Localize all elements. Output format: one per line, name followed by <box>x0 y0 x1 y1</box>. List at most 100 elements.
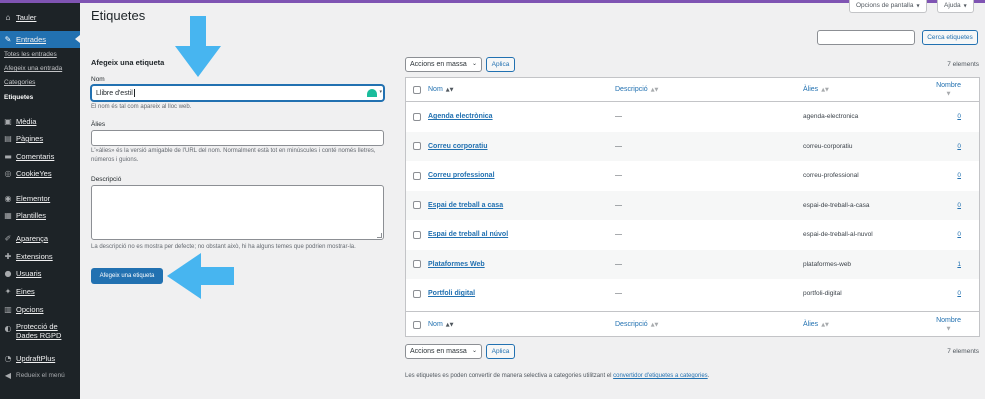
column-description-header[interactable]: Descripció ▲▼ <box>615 86 658 93</box>
tag-slug: espai-de-treball-a-casa <box>803 201 870 209</box>
chevron-down-icon[interactable]: ▾ <box>379 89 382 95</box>
column-count-header[interactable]: Nombre ▼ <box>936 82 961 98</box>
sidebar-item-usuaris[interactable]: ● Usuaris <box>0 265 80 282</box>
sidebar-item-label: Elementor <box>16 194 51 203</box>
page-title: Etiquetes <box>91 8 146 23</box>
column-slug-footer[interactable]: Àlies ▲▼ <box>803 321 829 328</box>
tag-name-link[interactable]: Portfoli digital <box>428 290 475 297</box>
sidebar-item-eines[interactable]: ✦ Eines <box>0 283 80 300</box>
name-label: Nom <box>91 76 105 83</box>
tag-description: — <box>615 290 622 298</box>
apply-button-top[interactable]: Aplica <box>486 57 515 72</box>
tag-count-link[interactable]: 0 <box>957 143 961 150</box>
column-slug-header[interactable]: Àlies ▲▼ <box>803 86 829 93</box>
tag-count-link[interactable]: 0 <box>957 231 961 238</box>
tag-slug: correu-corporatiu <box>803 142 853 150</box>
help-button[interactable]: Ajuda ▼ <box>937 0 974 13</box>
tag-name-link[interactable]: Correu professional <box>428 172 495 179</box>
bulk-actions-select-bottom[interactable]: Accions en massa ⌄ <box>405 344 482 359</box>
collapse-menu-button[interactable]: ◀ Redueix el menú <box>0 367 80 384</box>
tag-slug: espai-de-treball-al-nuvol <box>803 231 873 239</box>
sidebar-item-comentaris[interactable]: ▬ Comentaris <box>0 148 80 165</box>
sidebar-item-m-dia[interactable]: ▣ Mèdia <box>0 113 80 130</box>
sidebar-item-p-gines[interactable]: ▤ Pàgines <box>0 130 80 147</box>
column-name-header[interactable]: Nom ▲▼ <box>428 86 453 93</box>
sidebar-item-entrades[interactable]: ✎ Entrades <box>0 31 80 48</box>
submenu-item-totes-les-entrades[interactable]: Totes les entrades <box>4 51 57 58</box>
resize-handle[interactable] <box>377 233 382 238</box>
row-checkbox[interactable] <box>413 142 421 151</box>
sidebar-item-label: Eines <box>16 287 35 296</box>
row-checkbox[interactable] <box>413 289 421 298</box>
tag-slug: portfoli-digital <box>803 290 842 298</box>
name-input[interactable]: Llibre d'estil ▾ <box>91 85 384 101</box>
admin-bar-strip <box>0 0 985 3</box>
sidebar-item-label: Mèdia <box>16 117 37 126</box>
sort-icon: ▲▼ <box>650 87 659 93</box>
sidebar-item-aparen-a[interactable]: ✐ Aparença <box>0 230 80 247</box>
description-textarea[interactable] <box>91 185 384 240</box>
row-checkbox[interactable] <box>413 230 421 239</box>
slug-input[interactable] <box>91 130 384 146</box>
tag-name-link[interactable]: Espai de treball a casa <box>428 202 503 209</box>
submenu-item-categories[interactable]: Categories <box>4 79 35 86</box>
chevron-down-icon: ⌄ <box>471 60 477 67</box>
column-description-footer[interactable]: Descripció ▲▼ <box>615 321 658 328</box>
table-row: Correu corporatiu — correu-corporatiu 0 <box>406 131 979 161</box>
tag-name-link[interactable]: Agenda electrònica <box>428 113 493 120</box>
tag-description: — <box>615 172 622 180</box>
add-tag-button[interactable]: Afegeix una etiqueta <box>91 268 163 284</box>
name-input-value: Llibre d'estil <box>96 89 133 97</box>
row-checkbox[interactable] <box>413 201 421 210</box>
search-tags-button[interactable]: Cerca etiquetes <box>922 30 978 45</box>
row-checkbox[interactable] <box>413 260 421 269</box>
search-input[interactable] <box>817 30 915 45</box>
items-count-bottom: 7 elements <box>947 348 979 355</box>
tag-count-link[interactable]: 0 <box>957 202 961 209</box>
sidebar-item-elementor[interactable]: ◉ Elementor <box>0 190 80 207</box>
settings-icon: ▥ <box>4 305 12 314</box>
sidebar-item-plantilles[interactable]: ▦ Plantilles <box>0 207 80 224</box>
tag-count-link[interactable]: 0 <box>957 172 961 179</box>
sidebar-item-extensions[interactable]: ✚ Extensions <box>0 248 80 265</box>
submenu-item-etiquetes[interactable]: Etiquetes <box>4 94 33 101</box>
table-row: Espai de treball a casa — espai-de-treball… <box>406 190 979 220</box>
tag-name-link[interactable]: Plataformes Web <box>428 261 485 268</box>
apply-button-bottom[interactable]: Aplica <box>486 344 515 359</box>
tag-slug: correu-professional <box>803 172 859 180</box>
tag-name-link[interactable]: Espai de treball al núvol <box>428 231 508 238</box>
dashboard-icon: ⌂ <box>5 13 11 22</box>
pin-icon: ✎ <box>4 35 12 44</box>
column-name-footer[interactable]: Nom ▲▼ <box>428 321 453 328</box>
pages-icon: ▤ <box>4 134 12 143</box>
items-count-top: 7 elements <box>947 61 979 68</box>
row-checkbox[interactable] <box>413 112 421 121</box>
appearance-icon: ✐ <box>4 234 12 243</box>
table-header-row: Nom ▲▼ Descripció ▲▼ Àlies ▲▼ Nombre ▼ <box>406 78 979 102</box>
table-row: Portfoli digital — portfoli-digital 0 <box>406 279 979 309</box>
sidebar-item-label: Pàgines <box>16 134 44 143</box>
sidebar-item-tauler[interactable]: ⌂ Tauler <box>0 9 80 26</box>
row-checkbox[interactable] <box>413 171 421 180</box>
sidebar-item-protecci-de-dades-rgpd[interactable]: ◐ Protecció de Dades RGPD <box>0 322 80 345</box>
grammarly-icon[interactable] <box>367 89 377 97</box>
select-all-checkbox[interactable] <box>413 85 421 94</box>
screen-options-button[interactable]: Opcions de pantalla ▼ <box>849 0 927 13</box>
table-row: Agenda electrònica — agenda-electronica 0 <box>406 102 979 132</box>
sidebar-item-updraftplus[interactable]: ◔ UpdraftPlus <box>0 350 80 367</box>
sidebar-item-opcions[interactable]: ▥ Opcions <box>0 301 80 318</box>
table-footer-row: Nom ▲▼ Descripció ▲▼ Àlies ▲▼ Nombre ▼ <box>406 311 979 337</box>
tag-count-link[interactable]: 0 <box>957 113 961 120</box>
tag-count-link[interactable]: 0 <box>957 290 961 297</box>
submenu-item-afegeix-una-entrada[interactable]: Afegeix una entrada <box>4 65 62 72</box>
tag-converter-link[interactable]: convertidor d'etiquetes a categories <box>613 373 708 379</box>
chevron-down-icon: ⌄ <box>471 347 477 354</box>
templates-icon: ▦ <box>4 211 12 220</box>
tag-count-link[interactable]: 1 <box>957 261 961 268</box>
tag-name-link[interactable]: Correu corporatiu <box>428 143 488 150</box>
column-count-footer[interactable]: Nombre ▼ <box>936 317 961 333</box>
sidebar-item-label: Entrades <box>16 35 47 44</box>
select-all-checkbox-footer[interactable] <box>413 320 421 329</box>
bulk-actions-select-top[interactable]: Accions en massa ⌄ <box>405 57 482 72</box>
sidebar-item-cookieyes[interactable]: ◎ CookieYes <box>0 165 80 182</box>
